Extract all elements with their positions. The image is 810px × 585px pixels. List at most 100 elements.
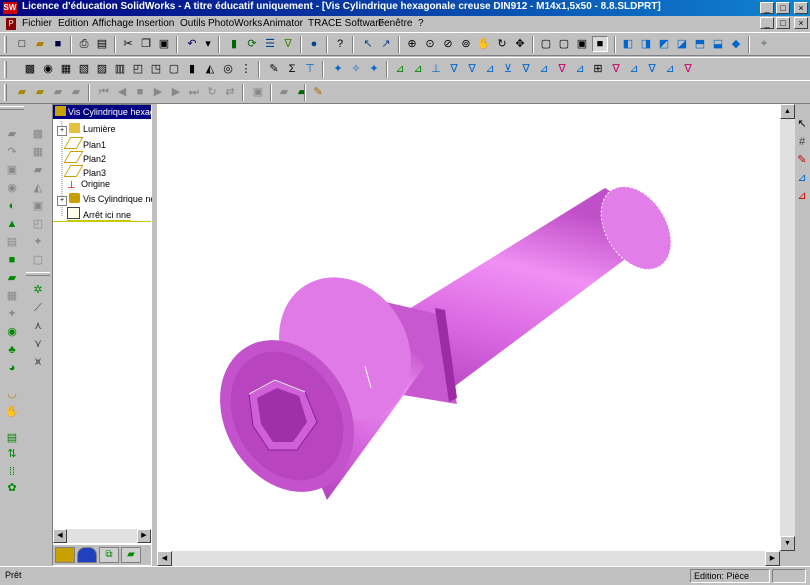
relation-coincident-icon[interactable]: ⊿ <box>392 61 408 77</box>
step-forward-icon[interactable]: ▶ <box>168 84 184 100</box>
feature-tool-1-icon[interactable]: ▩ <box>30 126 46 142</box>
sketch-offset-icon[interactable]: ✦ <box>4 306 20 322</box>
graphics-viewport[interactable] <box>157 104 780 551</box>
select-icon[interactable]: ↖ <box>360 36 376 52</box>
relation-parallel-icon[interactable]: ⊿ <box>410 61 426 77</box>
doc-minimize-button[interactable]: _ <box>760 17 774 29</box>
sketch-line-icon[interactable]: ▰ <box>4 126 20 142</box>
tab-configurationmanager[interactable]: ⧉ <box>99 547 119 563</box>
menu-outils[interactable]: Outils <box>180 18 206 29</box>
select-filter-icon[interactable]: ↗ <box>378 36 394 52</box>
view-front-icon[interactable]: ◧ <box>620 36 636 52</box>
toolbar-grip[interactable] <box>0 106 24 110</box>
new-file-icon[interactable]: □ <box>14 36 30 52</box>
relation-perpendicular-icon[interactable]: ⊥ <box>428 61 444 77</box>
sketch-mirror-icon[interactable]: ▦ <box>4 288 20 304</box>
stop-icon[interactable]: ■ <box>132 84 148 100</box>
surface-sweep-icon[interactable]: ✦ <box>366 61 382 77</box>
extrude-icon[interactable]: ▩ <box>22 61 38 77</box>
rebuild-all-icon[interactable]: ⟳ <box>244 36 260 52</box>
sketch-trim-icon[interactable]: ◉ <box>4 324 20 340</box>
expand-icon[interactable]: + <box>57 196 67 206</box>
relation-concentric-icon[interactable]: ∇ <box>464 61 480 77</box>
view-right-icon[interactable]: ◪ <box>674 36 690 52</box>
animation-wizard-icon[interactable]: ▰ <box>14 84 30 100</box>
tree-item-plan2[interactable]: Plan2 <box>63 151 106 164</box>
minimize-button[interactable]: _ <box>760 2 774 14</box>
fillet-icon[interactable]: ◰ <box>130 61 146 77</box>
app-icon[interactable]: SW <box>3 2 17 14</box>
relation-pierce-icon[interactable]: ∇ <box>608 61 624 77</box>
cut-revolve-icon[interactable]: ▥ <box>112 61 128 77</box>
menu-animator[interactable]: Animator <box>263 18 303 29</box>
ref-point-icon[interactable]: ⋎ <box>30 336 46 352</box>
pan-hand-icon[interactable]: ✋ <box>476 36 492 52</box>
close-button[interactable]: × <box>794 2 808 14</box>
sketch-modify-icon[interactable]: ✿ <box>4 480 20 496</box>
play-icon[interactable]: ▶ <box>150 84 166 100</box>
doc-maximize-button[interactable]: □ <box>776 17 790 29</box>
undo-dropdown-icon[interactable]: ▾ <box>200 36 216 52</box>
sketch-grid-icon[interactable]: ▤ <box>4 430 20 446</box>
menu-help[interactable]: ? <box>418 18 424 29</box>
undo-icon[interactable]: ↶ <box>184 36 200 52</box>
hidden-lines-grey-icon[interactable]: ▢ <box>556 36 572 52</box>
copy-icon[interactable]: ❐ <box>138 36 154 52</box>
menu-photoworks[interactable]: PhotoWorks <box>208 18 262 29</box>
paste-icon[interactable]: ▣ <box>156 36 172 52</box>
zoom-fit-icon[interactable]: ⊕ <box>404 36 420 52</box>
draft-icon[interactable]: ◭ <box>202 61 218 77</box>
loop-icon[interactable]: ↻ <box>204 84 220 100</box>
scroll-left-icon[interactable]: ◀ <box>157 551 172 566</box>
feature-tool-3-icon[interactable]: ▰ <box>30 162 46 178</box>
select-pointer-icon[interactable]: ↖ <box>794 116 810 132</box>
animation-rotate-icon[interactable]: ▰ <box>68 84 84 100</box>
view-top-icon[interactable]: ⬒ <box>692 36 708 52</box>
surface-revolve-icon[interactable]: ✧ <box>348 61 364 77</box>
tree-item-lumiere[interactable]: + Lumière <box>57 123 116 136</box>
sketch-snap-icon[interactable]: ⇅ <box>4 446 20 462</box>
menu-insertion[interactable]: Insertion <box>136 18 174 29</box>
shaded-icon[interactable]: ■ <box>592 36 608 52</box>
scroll-right-icon[interactable]: ▶ <box>765 551 780 566</box>
tree-item-origine[interactable]: ⊥ Origine <box>67 179 110 191</box>
cut-extrude-icon[interactable]: ▨ <box>94 61 110 77</box>
print-icon[interactable]: ⎙ <box>76 36 92 52</box>
feature-tool-4-icon[interactable]: ◭ <box>30 180 46 196</box>
maximize-button[interactable]: □ <box>776 2 790 14</box>
doc-icon[interactable]: P <box>6 18 16 30</box>
ref-plane-icon[interactable]: ⟋ <box>30 300 46 316</box>
view-bottom-icon[interactable]: ⬓ <box>710 36 726 52</box>
sketch-circle-icon[interactable]: ▣ <box>4 162 20 178</box>
dimension-icon[interactable]: ⊤ <box>302 61 318 77</box>
sketch-construction-icon[interactable]: ◡ <box>4 386 20 402</box>
tree-horizontal-scrollbar[interactable]: ◀ ▶ <box>53 529 151 543</box>
go-to-end-icon[interactable]: ⏭ <box>186 84 202 100</box>
feature-tool-7-icon[interactable]: ✦ <box>30 234 46 250</box>
photoworks-render-icon[interactable]: ▰ <box>276 84 292 100</box>
pattern-icon[interactable]: ⋮ <box>238 61 254 77</box>
sketch-pattern-icon[interactable]: ⁞⁞ <box>4 464 20 480</box>
relation-collinear-icon[interactable]: ⊿ <box>626 61 642 77</box>
relation-coradial-icon[interactable]: ∇ <box>644 61 660 77</box>
step-back-icon[interactable]: ◀ <box>114 84 130 100</box>
web-icon[interactable]: ● <box>306 36 322 52</box>
sketch-spline-icon[interactable]: ◉ <box>4 180 20 196</box>
view-isometric-icon[interactable]: ◆ <box>728 36 744 52</box>
surface-extrude-icon[interactable]: ✦ <box>330 61 346 77</box>
help-icon[interactable]: ? <box>332 36 348 52</box>
tree-item-arret[interactable]: Arrêt ici nne <box>67 207 132 221</box>
sketch-pencil-icon[interactable]: ✎ <box>794 152 810 168</box>
view-left-icon[interactable]: ◩ <box>656 36 672 52</box>
rib-icon[interactable]: ▮ <box>184 61 200 77</box>
scroll-up-icon[interactable]: ▲ <box>780 104 795 119</box>
view-back-icon[interactable]: ◨ <box>638 36 654 52</box>
ref-coordinate-icon[interactable]: ⩙ <box>30 354 46 370</box>
screw-model[interactable] <box>157 104 780 551</box>
ref-geometry-icon[interactable]: ✲ <box>30 282 46 298</box>
relation-tangent-icon[interactable]: ∇ <box>446 61 462 77</box>
toolbar-grip[interactable] <box>4 36 7 53</box>
trace-software-icon[interactable]: ✎ <box>310 84 326 100</box>
normal-to-icon[interactable]: ✦ <box>756 36 772 52</box>
photoworks-material-icon[interactable]: ▰ <box>294 84 310 100</box>
